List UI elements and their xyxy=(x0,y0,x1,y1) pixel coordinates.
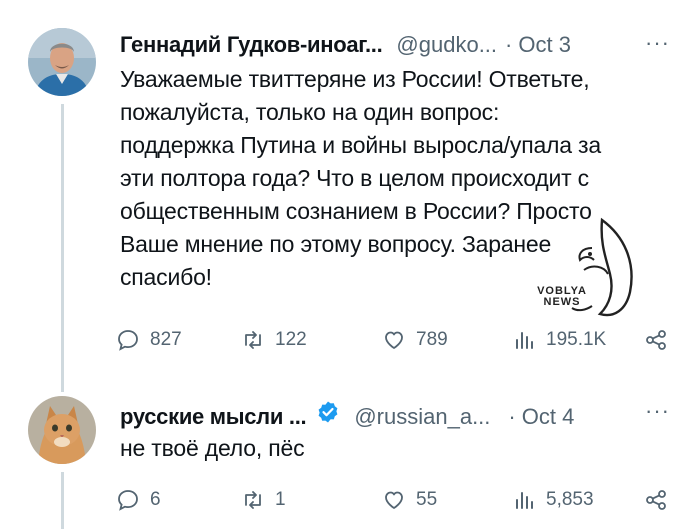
views-icon xyxy=(516,332,533,349)
retweet-icon xyxy=(245,331,261,349)
share-icon xyxy=(646,490,666,510)
tweet-text: не твоё дело, пёс xyxy=(120,432,680,465)
tweet-2[interactable]: русские мысли ... @russian_a... · Oct 4 … xyxy=(0,386,700,529)
watermark-text: VOBLYA NEWS xyxy=(532,286,592,308)
like-button[interactable]: 55 xyxy=(382,488,437,512)
views-count: 195.1K xyxy=(546,329,607,350)
tweet-date[interactable]: Oct 3 xyxy=(518,32,571,58)
tweet-actions: 6 1 55 5,853 xyxy=(116,488,676,518)
tweet-actions: 827 122 789 195.1K xyxy=(116,328,676,358)
retweet-count: 1 xyxy=(275,489,286,510)
retweet-icon xyxy=(245,491,261,509)
share-icon xyxy=(646,330,666,350)
reply-icon xyxy=(118,490,138,511)
author-name[interactable]: русские мысли ... xyxy=(120,404,307,430)
thread-line xyxy=(61,386,64,392)
thread-line xyxy=(61,104,64,386)
reply-button[interactable]: 6 xyxy=(116,488,161,512)
heart-icon xyxy=(385,331,403,349)
retweet-count: 122 xyxy=(275,329,307,350)
views-button[interactable]: 195.1K xyxy=(512,328,606,352)
person-photo-icon xyxy=(28,28,96,96)
retweet-button[interactable]: 122 xyxy=(241,328,307,352)
avatar[interactable] xyxy=(28,396,96,464)
author-name[interactable]: Геннадий Гудков-иноаг... xyxy=(120,32,383,58)
like-button[interactable]: 789 xyxy=(382,328,448,352)
tweet-header: русские мысли ... @russian_a... · Oct 4 xyxy=(120,400,574,430)
reply-button[interactable]: 827 xyxy=(116,328,182,352)
watermark-line-2: NEWS xyxy=(543,296,581,308)
more-options-icon[interactable]: ··· xyxy=(645,30,670,56)
reply-count: 827 xyxy=(150,329,182,350)
tweet-date[interactable]: Oct 4 xyxy=(522,404,575,430)
thread-line xyxy=(61,472,64,529)
share-button[interactable] xyxy=(644,488,668,512)
views-button[interactable]: 5,853 xyxy=(512,488,594,512)
views-count: 5,853 xyxy=(546,489,594,510)
share-button[interactable] xyxy=(644,328,668,352)
separator-dot: · xyxy=(508,404,516,429)
separator-dot: · xyxy=(505,32,513,57)
reply-count: 6 xyxy=(150,489,161,510)
views-icon xyxy=(516,492,533,509)
tweet-1[interactable]: Геннадий Гудков-иноаг... @gudko... · Oct… xyxy=(0,0,700,390)
text-line: поддержка Путина и войны выросла/упала з… xyxy=(120,132,601,158)
text-line: Уважаемые твиттеряне из России! Ответьте… xyxy=(120,66,590,92)
avatar[interactable] xyxy=(28,28,96,96)
heart-icon xyxy=(385,491,403,509)
author-handle[interactable]: @russian_a... xyxy=(354,404,490,430)
tweet-header: Геннадий Гудков-иноаг... @gudko... · Oct… xyxy=(120,32,571,58)
like-count: 789 xyxy=(416,329,448,350)
text-line: эти полтора года? Что в целом происходит… xyxy=(120,165,589,191)
more-options-icon[interactable]: ··· xyxy=(645,398,670,424)
text-line: не твоё дело, пёс xyxy=(120,435,305,461)
retweet-button[interactable]: 1 xyxy=(241,488,286,512)
verified-badge-icon xyxy=(318,401,338,423)
author-handle[interactable]: @gudko... xyxy=(396,32,497,58)
cat-photo-icon xyxy=(28,396,96,464)
reply-icon xyxy=(118,330,138,351)
text-line: пожалуйста, только на один вопрос: xyxy=(120,99,500,125)
like-count: 55 xyxy=(416,489,438,510)
